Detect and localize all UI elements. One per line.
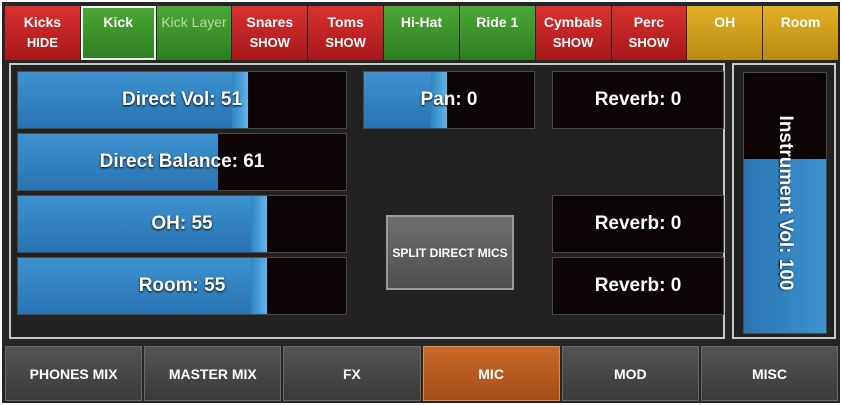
page-tab-bar: PHONES MIX MASTER MIX FX MIC MOD MISC <box>5 346 839 401</box>
slider-label: Direct Balance: 61 <box>99 151 265 172</box>
mixer-screen: Kicks HIDE Kick Kick Layer Snares SHOW Tom… <box>2 2 840 403</box>
tab-perc[interactable]: Perc SHOW <box>611 6 687 60</box>
tab-master-mix[interactable]: MASTER MIX <box>144 346 282 401</box>
room-slider[interactable]: Room: 55 <box>17 257 347 315</box>
instrument-tab-bar: Kicks HIDE Kick Kick Layer Snares SHOW Tom… <box>5 6 838 60</box>
direct-balance-slider[interactable]: Direct Balance: 61 <box>17 133 347 191</box>
tab-visibility-label: HIDE <box>26 35 58 50</box>
tab-room[interactable]: Room <box>763 6 838 60</box>
tab-toms[interactable]: Toms SHOW <box>308 6 384 60</box>
tab-label: Hi-Hat <box>400 14 443 30</box>
tab-fx[interactable]: FX <box>283 346 421 401</box>
slider-label: Pan: 0 <box>420 89 478 110</box>
tab-phones-mix[interactable]: PHONES MIX <box>5 346 143 401</box>
tab-label: Kick <box>103 14 133 30</box>
reverb-slider-3[interactable]: Reverb: 0 <box>552 257 724 315</box>
tab-visibility-label: SHOW <box>249 35 291 50</box>
tab-kicks[interactable]: Kicks HIDE <box>5 6 80 60</box>
slider-label: OH: 55 <box>151 213 213 234</box>
tab-visibility-label: SHOW <box>628 35 670 50</box>
slider-label: Reverb: 0 <box>594 213 682 234</box>
tab-oh[interactable]: OH <box>687 6 763 60</box>
tab-kick-layer[interactable]: Kick Layer <box>156 6 232 60</box>
pan-slider[interactable]: Pan: 0 <box>363 71 535 129</box>
direct-vol-slider[interactable]: Direct Vol: 51 <box>17 71 347 129</box>
slider-label: Reverb: 0 <box>594 89 682 110</box>
tab-mod[interactable]: MOD <box>561 346 699 401</box>
instrument-vol-label: Instrument Vol: 100 <box>775 115 796 291</box>
tab-hi-hat[interactable]: Hi-Hat <box>384 6 459 60</box>
instrument-vol-panel: Instrument Vol: 100 <box>732 63 836 339</box>
tab-snares[interactable]: Snares SHOW <box>232 6 308 60</box>
tab-visibility-label: SHOW <box>552 35 594 50</box>
tab-mic[interactable]: MIC <box>422 346 560 401</box>
instrument-vol-slider[interactable]: Instrument Vol: 100 <box>743 72 827 334</box>
slider-label: Reverb: 0 <box>594 275 682 296</box>
tab-label: Room <box>780 14 821 30</box>
tab-label: Toms <box>327 14 364 30</box>
tab-cymbals[interactable]: Cymbals SHOW <box>535 6 611 60</box>
tab-kick[interactable]: Kick <box>80 6 156 60</box>
tab-label: Snares <box>246 14 294 30</box>
tab-visibility-label: SHOW <box>325 35 366 50</box>
reverb-slider-2[interactable]: Reverb: 0 <box>552 195 724 253</box>
tab-misc[interactable]: MISC <box>700 346 839 401</box>
tab-label: Cymbals <box>543 14 603 30</box>
tab-ride-1[interactable]: Ride 1 <box>459 6 535 60</box>
tab-label: Kick Layer <box>161 14 227 30</box>
split-direct-mics-button[interactable]: SPLIT DIRECT MICS <box>386 215 514 290</box>
mic-settings-panel: Direct Vol: 51 Direct Balance: 61 OH: 55… <box>9 63 725 339</box>
tab-label: Perc <box>633 14 665 30</box>
tab-label: Ride 1 <box>476 14 519 30</box>
slider-label: Direct Vol: 51 <box>121 89 243 110</box>
oh-slider[interactable]: OH: 55 <box>17 195 347 253</box>
slider-label: Room: 55 <box>138 275 226 296</box>
tab-label: OH <box>714 14 736 30</box>
tab-label: Kicks <box>23 14 62 30</box>
reverb-slider-1[interactable]: Reverb: 0 <box>552 71 724 129</box>
